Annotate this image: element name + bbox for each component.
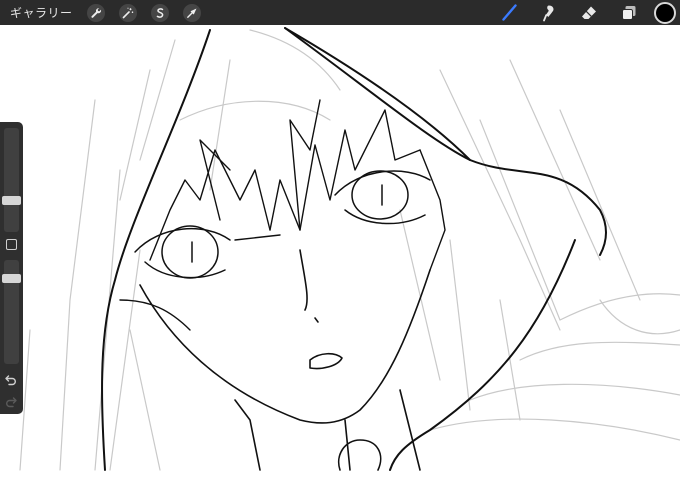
adjustments-button[interactable] — [118, 3, 137, 22]
face-lines — [139, 249, 431, 471]
drawing-canvas[interactable] — [0, 25, 680, 475]
hood-outline — [101, 27, 607, 471]
smudge-tool[interactable] — [538, 2, 560, 24]
smudge-icon — [543, 5, 554, 21]
color-picker-button[interactable] — [654, 1, 676, 24]
magic-wand-icon — [122, 7, 133, 18]
top-toolbar: ギャラリー — [0, 0, 680, 25]
transform-arrow-icon — [186, 8, 197, 18]
selection-button[interactable] — [150, 3, 169, 22]
line-art-illustration — [19, 27, 680, 471]
right-tool-group — [480, 0, 680, 25]
eraser-tool[interactable] — [578, 2, 600, 24]
layers-icon — [622, 5, 636, 20]
brush-tool[interactable] — [498, 2, 520, 24]
eraser-icon — [582, 6, 596, 19]
sketch-lines — [19, 29, 680, 471]
selection-s-icon — [156, 7, 163, 18]
transform-button[interactable] — [182, 3, 201, 22]
wrench-icon — [90, 7, 101, 18]
layers-button[interactable] — [618, 2, 640, 24]
actions-button[interactable] — [86, 3, 105, 22]
brush-icon — [502, 3, 517, 21]
gallery-button[interactable]: ギャラリー — [10, 4, 73, 21]
